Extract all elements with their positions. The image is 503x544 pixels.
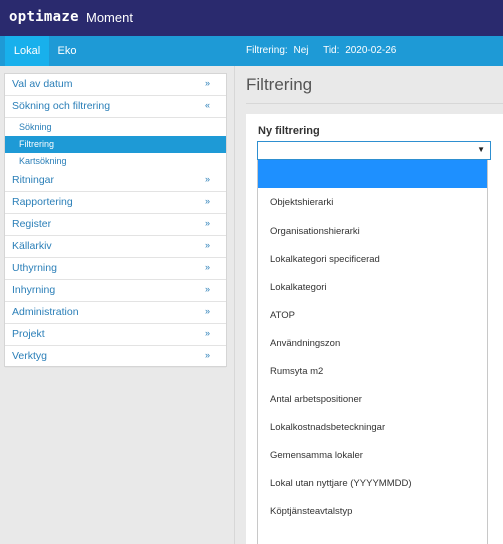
sidebar-subitem-filtrering[interactable]: Filtrering [5,136,226,153]
content-divider [234,66,235,544]
chevron-down-icon: » [204,78,210,88]
chevron-down-icon: » [204,262,210,272]
sidebar-item-projekt[interactable]: Projekt » [5,324,226,346]
new-filter-select[interactable]: ▼ [257,141,491,160]
sidebar-item-label: Uthyrning [12,262,57,274]
chevron-up-icon: « [204,100,210,110]
dropdown-option[interactable]: Användningszon [258,330,487,358]
sidebar-item-sokning-och-filtrering[interactable]: Sökning och filtrering « [5,96,226,118]
date-label: Tid: [323,45,340,56]
brand-logo: optimaze [9,9,79,25]
dropdown-option[interactable]: Lokalkostnadsbeteckningar [258,414,487,442]
sidebar-item-label: Rapportering [12,196,73,208]
dropdown-option[interactable]: Köptjänsteavtalstyp [258,498,487,526]
status-bar: Filtrering: Nej Tid: 2020-02-26 [246,36,399,66]
new-filter-label: Ny filtrering [258,125,320,137]
sidebar-subitem-label: Sökning [19,122,52,132]
chevron-down-icon: » [204,284,210,294]
dropdown-option[interactable]: Organisationshierarki [258,218,487,246]
sidebar-item-label: Sökning och filtrering [12,100,111,112]
sidebar-item-uthyrning[interactable]: Uthyrning » [5,258,226,280]
sidebar-item-label: Val av datum [12,78,73,90]
tab-bar: Lokal Eko Filtrering: Nej Tid: 2020-02-2… [0,36,503,66]
app-name: Moment [86,10,133,25]
chevron-down-icon: » [204,240,210,250]
sidebar-item-label: Administration [12,306,79,318]
sidebar-item-label: Verktyg [12,350,48,362]
sidebar-item-label: Register [12,218,52,230]
dropdown-option[interactable]: Objektshierarki [258,189,487,217]
sidebar-item-label: Inhyrning [12,284,56,296]
dropdown-option[interactable] [258,160,487,188]
dropdown-option[interactable]: ATOP [258,302,487,330]
chevron-down-icon: » [204,306,210,316]
sidebar-item-inhyrning[interactable]: Inhyrning » [5,280,226,302]
page-title: Filtrering [246,75,313,94]
chevron-down-icon: » [204,218,210,228]
sidebar-subitem-label: Kartsökning [19,156,67,166]
filter-panel: Ny filtrering ▼ Objektshierarki Organisa… [246,114,503,544]
sidebar-subitem-label: Filtrering [19,139,55,149]
chevron-down-icon: » [204,174,210,184]
dropdown-option[interactable]: Lokalkategori [258,274,487,302]
dropdown-arrow-icon: ▼ [477,145,485,154]
dropdown-option[interactable]: Rumsyta m2 [258,358,487,386]
chevron-down-icon: » [204,350,210,360]
sidebar-item-ritningar[interactable]: Ritningar » [5,170,226,192]
filter-dropdown-list: Objektshierarki Organisationshierarki Lo… [257,160,488,544]
dropdown-option[interactable]: Lokal utan nyttjare (YYYYMMDD) [258,470,487,498]
tab-lokal[interactable]: Lokal [5,36,49,66]
dropdown-option[interactable]: Antal arbetspositioner [258,386,487,414]
app-header: optimaze Moment [0,0,503,36]
chevron-down-icon: » [204,196,210,206]
sidebar-item-val-av-datum[interactable]: Val av datum » [5,74,226,96]
date-value: 2020-02-26 [345,45,397,56]
sidebar-item-rapportering[interactable]: Rapportering » [5,192,226,214]
sidebar-subitem-kartsokning[interactable]: Kartsökning [5,153,226,170]
tab-eko[interactable]: Eko [52,36,82,66]
sidebar-item-label: Ritningar [12,174,55,186]
sidebar-item-verktyg[interactable]: Verktyg » [5,346,226,368]
filter-status-label: Filtrering: [246,45,288,56]
sidebar-item-label: Källarkiv [12,240,52,252]
filter-status-value: Nej [293,45,309,56]
sidebar-item-administration[interactable]: Administration » [5,302,226,324]
sidebar-item-label: Projekt [12,328,45,340]
chevron-down-icon: » [204,328,210,338]
sidebar-item-kallarkiv[interactable]: Källarkiv » [5,236,226,258]
sidebar: Val av datum » Sökning och filtrering « … [4,73,227,368]
title-divider [246,103,503,104]
dropdown-option[interactable]: Lokalkategori specificerad [258,246,487,274]
dropdown-option[interactable]: Gemensamma lokaler [258,442,487,470]
sidebar-subitem-sokning[interactable]: Sökning [5,119,226,136]
sidebar-item-register[interactable]: Register » [5,214,226,236]
